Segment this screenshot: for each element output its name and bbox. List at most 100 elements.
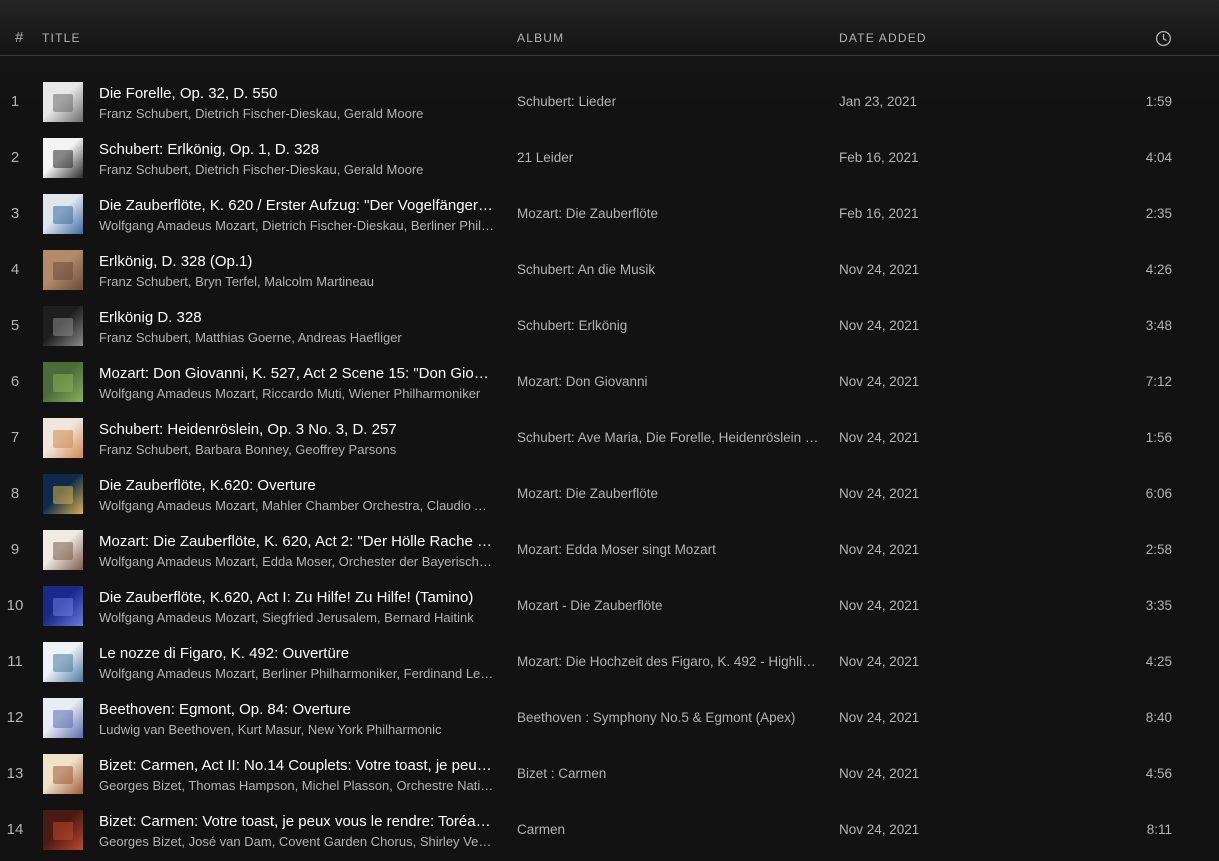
track-title[interactable]: Bizet: Carmen: Votre toast, je peux vous…	[99, 813, 495, 830]
track-row[interactable]: 2 Schubert: Erlkönig, Op. 1, D. 328 Franz …	[0, 130, 1219, 186]
album-cover[interactable]	[43, 586, 83, 626]
track-row[interactable]: 10 Die Zauberflöte, K.620, Act I: Zu Hilf…	[0, 578, 1219, 634]
track-number: 13	[6, 765, 24, 782]
album-cover[interactable]	[43, 82, 83, 122]
track-list: 1 Die Forelle, Op. 32, D. 550 Franz Schube…	[0, 74, 1219, 858]
album-cover[interactable]	[43, 642, 83, 682]
track-duration: 3:35	[1145, 598, 1172, 613]
track-row[interactable]: 12 Beethoven: Egmont, Op. 84: Overture Lud…	[0, 690, 1219, 746]
track-title[interactable]: Mozart: Die Zauberflöte, K. 620, Act 2: …	[99, 533, 495, 550]
header-album[interactable]: Album	[517, 31, 564, 45]
track-row[interactable]: 7 Schubert: Heidenröslein, Op. 3 No. 3, D…	[0, 410, 1219, 466]
track-number: 7	[10, 429, 20, 446]
track-album[interactable]: Schubert: Lieder	[517, 94, 822, 109]
track-duration: 6:06	[1145, 486, 1172, 501]
track-row[interactable]: 9 Mozart: Die Zauberflöte, K. 620, Act 2:…	[0, 522, 1219, 578]
album-cover[interactable]	[43, 138, 83, 178]
track-artists[interactable]: Ludwig van Beethoven, Kurt Masur, New Yo…	[99, 722, 495, 737]
track-album[interactable]: Mozart: Don Giovanni	[517, 374, 822, 389]
track-artists[interactable]: Georges Bizet, Thomas Hampson, Michel Pl…	[99, 778, 495, 793]
playlist-view: # Title Album Date Added 1 Die Forelle, O…	[0, 0, 1219, 861]
track-title[interactable]: Die Zauberflöte, K. 620 / Erster Aufzug:…	[99, 197, 495, 214]
album-cover[interactable]	[43, 810, 83, 850]
track-duration: 3:48	[1145, 318, 1172, 333]
track-number: 9	[10, 541, 20, 558]
track-date-added: Nov 24, 2021	[839, 766, 920, 781]
track-album[interactable]: Mozart - Die Zauberflöte	[517, 598, 822, 613]
track-row[interactable]: 5 Erlkönig D. 328 Franz Schubert, Matthias…	[0, 298, 1219, 354]
track-title[interactable]: Le nozze di Figaro, K. 492: Ouvertüre	[99, 645, 495, 662]
track-artists[interactable]: Georges Bizet, José van Dam, Covent Gard…	[99, 834, 495, 849]
track-title[interactable]: Schubert: Erlkönig, Op. 1, D. 328	[99, 141, 495, 158]
track-artists[interactable]: Wolfgang Amadeus Mozart, Edda Moser, Orc…	[99, 554, 495, 569]
track-album[interactable]: Schubert: Ave Maria, Die Forelle, Heiden…	[517, 430, 822, 445]
track-title[interactable]: Die Forelle, Op. 32, D. 550	[99, 85, 495, 102]
track-title[interactable]: Die Zauberflöte, K.620: Overture	[99, 477, 495, 494]
track-row[interactable]: 11 Le nozze di Figaro, K. 492: Ouvertüre W…	[0, 634, 1219, 690]
track-title[interactable]: Mozart: Don Giovanni, K. 527, Act 2 Scen…	[99, 365, 495, 382]
track-duration: 4:04	[1145, 150, 1172, 165]
track-title[interactable]: Schubert: Heidenröslein, Op. 3 No. 3, D.…	[99, 421, 495, 438]
track-row[interactable]: 14 Bizet: Carmen: Votre toast, je peux vo…	[0, 802, 1219, 858]
track-artists[interactable]: Wolfgang Amadeus Mozart, Riccardo Muti, …	[99, 386, 495, 401]
track-album[interactable]: 21 Leider	[517, 150, 822, 165]
track-duration: 1:59	[1145, 94, 1172, 109]
track-artists[interactable]: Franz Schubert, Dietrich Fischer-Dieskau…	[99, 106, 495, 121]
track-row[interactable]: 13 Bizet: Carmen, Act II: No.14 Couplets:…	[0, 746, 1219, 802]
track-date-added: Nov 24, 2021	[839, 710, 920, 725]
album-cover[interactable]	[43, 698, 83, 738]
track-album[interactable]: Mozart: Die Hochzeit des Figaro, K. 492 …	[517, 654, 822, 669]
track-title[interactable]: Erlkönig D. 328	[99, 309, 495, 326]
track-artists[interactable]: Wolfgang Amadeus Mozart, Berliner Philha…	[99, 666, 495, 681]
track-artists[interactable]: Wolfgang Amadeus Mozart, Siegfried Jerus…	[99, 610, 495, 625]
track-album[interactable]: Carmen	[517, 822, 822, 837]
album-cover[interactable]	[43, 250, 83, 290]
track-row[interactable]: 1 Die Forelle, Op. 32, D. 550 Franz Schube…	[0, 74, 1219, 130]
track-date-added: Nov 24, 2021	[839, 262, 920, 277]
cover-art-detail	[53, 430, 73, 448]
album-cover[interactable]	[43, 530, 83, 570]
track-duration: 8:11	[1146, 822, 1172, 837]
track-artists[interactable]: Franz Schubert, Bryn Terfel, Malcolm Mar…	[99, 274, 495, 289]
cover-art-detail	[53, 710, 73, 728]
track-row[interactable]: 4 Erlkönig, D. 328 (Op.1) Franz Schubert, …	[0, 242, 1219, 298]
track-title[interactable]: Beethoven: Egmont, Op. 84: Overture	[99, 701, 495, 718]
album-cover[interactable]	[43, 306, 83, 346]
track-number: 10	[6, 597, 24, 614]
track-album[interactable]: Bizet : Carmen	[517, 766, 822, 781]
track-album[interactable]: Schubert: An die Musik	[517, 262, 822, 277]
track-album[interactable]: Mozart: Die Zauberflöte	[517, 486, 822, 501]
track-artists[interactable]: Wolfgang Amadeus Mozart, Dietrich Fische…	[99, 218, 495, 233]
cover-art-detail	[53, 486, 73, 504]
track-album[interactable]: Beethoven : Symphony No.5 & Egmont (Apex…	[517, 710, 822, 725]
header-date-added[interactable]: Date Added	[839, 31, 927, 45]
track-number: 2	[10, 149, 20, 166]
track-number: 12	[6, 709, 24, 726]
track-duration: 2:58	[1145, 542, 1172, 557]
track-row[interactable]: 8 Die Zauberflöte, K.620: Overture Wolfgan…	[0, 466, 1219, 522]
track-title[interactable]: Die Zauberflöte, K.620, Act I: Zu Hilfe!…	[99, 589, 495, 606]
album-cover[interactable]	[43, 194, 83, 234]
track-album[interactable]: Mozart: Edda Moser singt Mozart	[517, 542, 822, 557]
track-date-added: Nov 24, 2021	[839, 318, 920, 333]
track-row[interactable]: 3 Die Zauberflöte, K. 620 / Erster Aufzug…	[0, 186, 1219, 242]
header-title[interactable]: Title	[42, 31, 81, 45]
track-album[interactable]: Schubert: Erlkönig	[517, 318, 822, 333]
track-date-added: Nov 24, 2021	[839, 654, 920, 669]
header-number: #	[15, 29, 24, 46]
track-date-added: Nov 24, 2021	[839, 374, 920, 389]
track-title[interactable]: Bizet: Carmen, Act II: No.14 Couplets: V…	[99, 757, 495, 774]
album-cover[interactable]	[43, 418, 83, 458]
album-cover[interactable]	[43, 754, 83, 794]
track-album[interactable]: Mozart: Die Zauberflöte	[517, 206, 822, 221]
clock-icon[interactable]	[1155, 30, 1172, 47]
track-artists[interactable]: Franz Schubert, Dietrich Fischer-Dieskau…	[99, 162, 495, 177]
track-artists[interactable]: Wolfgang Amadeus Mozart, Mahler Chamber …	[99, 498, 495, 513]
cover-art-detail	[53, 374, 73, 392]
track-artists[interactable]: Franz Schubert, Matthias Goerne, Andreas…	[99, 330, 495, 345]
track-row[interactable]: 6 Mozart: Don Giovanni, K. 527, Act 2 Sce…	[0, 354, 1219, 410]
album-cover[interactable]	[43, 474, 83, 514]
track-artists[interactable]: Franz Schubert, Barbara Bonney, Geoffrey…	[99, 442, 495, 457]
track-title[interactable]: Erlkönig, D. 328 (Op.1)	[99, 253, 495, 270]
album-cover[interactable]	[43, 362, 83, 402]
